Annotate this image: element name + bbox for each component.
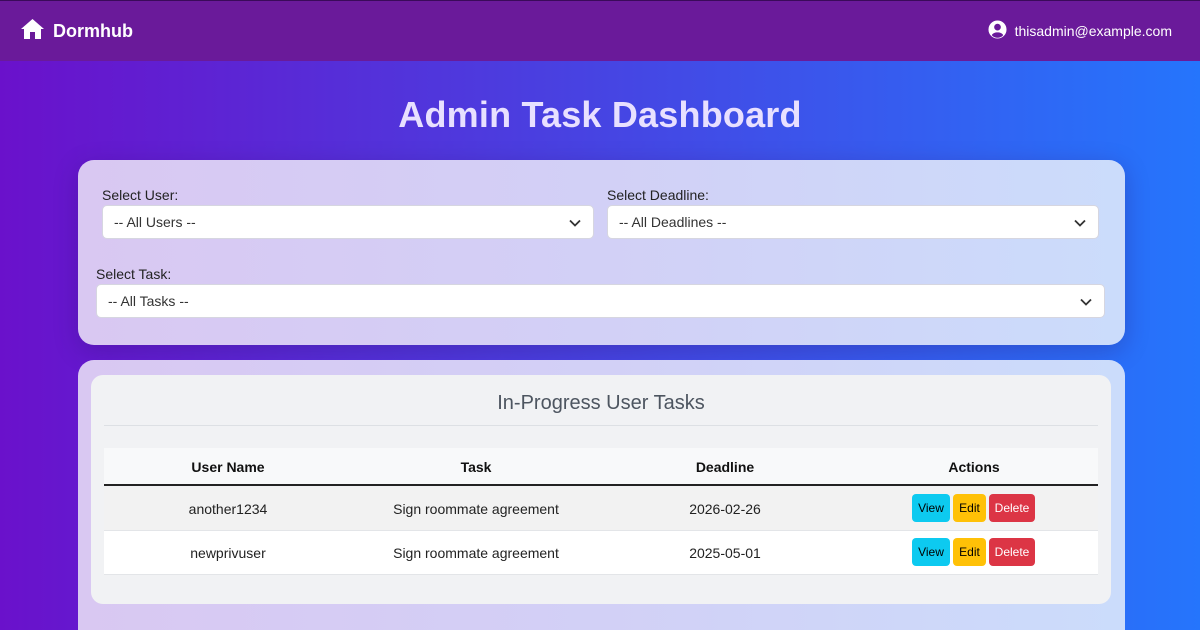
user-menu[interactable]: thisadmin@example.com [988, 20, 1172, 42]
cell-user-name: newprivuser [190, 545, 266, 561]
select-deadline-label: Select Deadline: [607, 187, 709, 203]
cell-task: Sign roommate agreement [393, 501, 559, 517]
cell-deadline: 2025-05-01 [689, 545, 761, 561]
chevron-down-icon [569, 214, 581, 230]
view-button[interactable]: View [912, 538, 950, 566]
page-title: Admin Task Dashboard [398, 94, 802, 135]
table-row: newprivuser Sign roommate agreement 2025… [104, 531, 1098, 575]
cell-user-name: another1234 [188, 501, 268, 517]
delete-button[interactable]: Delete [989, 494, 1035, 522]
select-user-dropdown[interactable]: -- All Users -- [102, 205, 594, 239]
select-user-label: Select User: [102, 187, 179, 203]
chevron-down-icon [1074, 214, 1086, 230]
brand-link[interactable]: Dormhub [20, 18, 133, 45]
table-row: another1234 Sign roommate agreement 2026… [104, 487, 1098, 531]
header-deadline: Deadline [695, 459, 755, 475]
user-email: thisadmin@example.com [1014, 23, 1172, 39]
select-task-label: Select Task: [96, 266, 172, 282]
cell-deadline: 2026-02-26 [689, 501, 761, 517]
select-deadline-value: -- All Deadlines -- [619, 214, 727, 230]
select-task-value: -- All Tasks -- [108, 293, 189, 309]
header-actions: Actions [948, 459, 1000, 475]
tasks-section-title: In-Progress User Tasks [497, 392, 705, 414]
header-user-name: User Name [191, 459, 265, 475]
view-button[interactable]: View [912, 494, 950, 522]
select-deadline-dropdown[interactable]: -- All Deadlines -- [607, 205, 1099, 239]
top-navbar: Dormhub thisadmin@example.com [0, 0, 1200, 61]
edit-button[interactable]: Edit [953, 538, 986, 566]
select-task-dropdown[interactable]: -- All Tasks -- [96, 284, 1105, 318]
user-circle-icon [988, 20, 1007, 42]
edit-button[interactable]: Edit [953, 494, 986, 522]
chevron-down-icon [1080, 293, 1092, 309]
delete-button[interactable]: Delete [989, 538, 1035, 566]
table-header: User Name Task Deadline Actions [104, 448, 1098, 486]
cell-task: Sign roommate agreement [393, 545, 559, 561]
brand-name: Dormhub [53, 20, 133, 41]
home-icon [20, 18, 45, 45]
section-divider [104, 425, 1098, 426]
select-user-value: -- All Users -- [114, 214, 196, 230]
header-task: Task [460, 459, 492, 475]
